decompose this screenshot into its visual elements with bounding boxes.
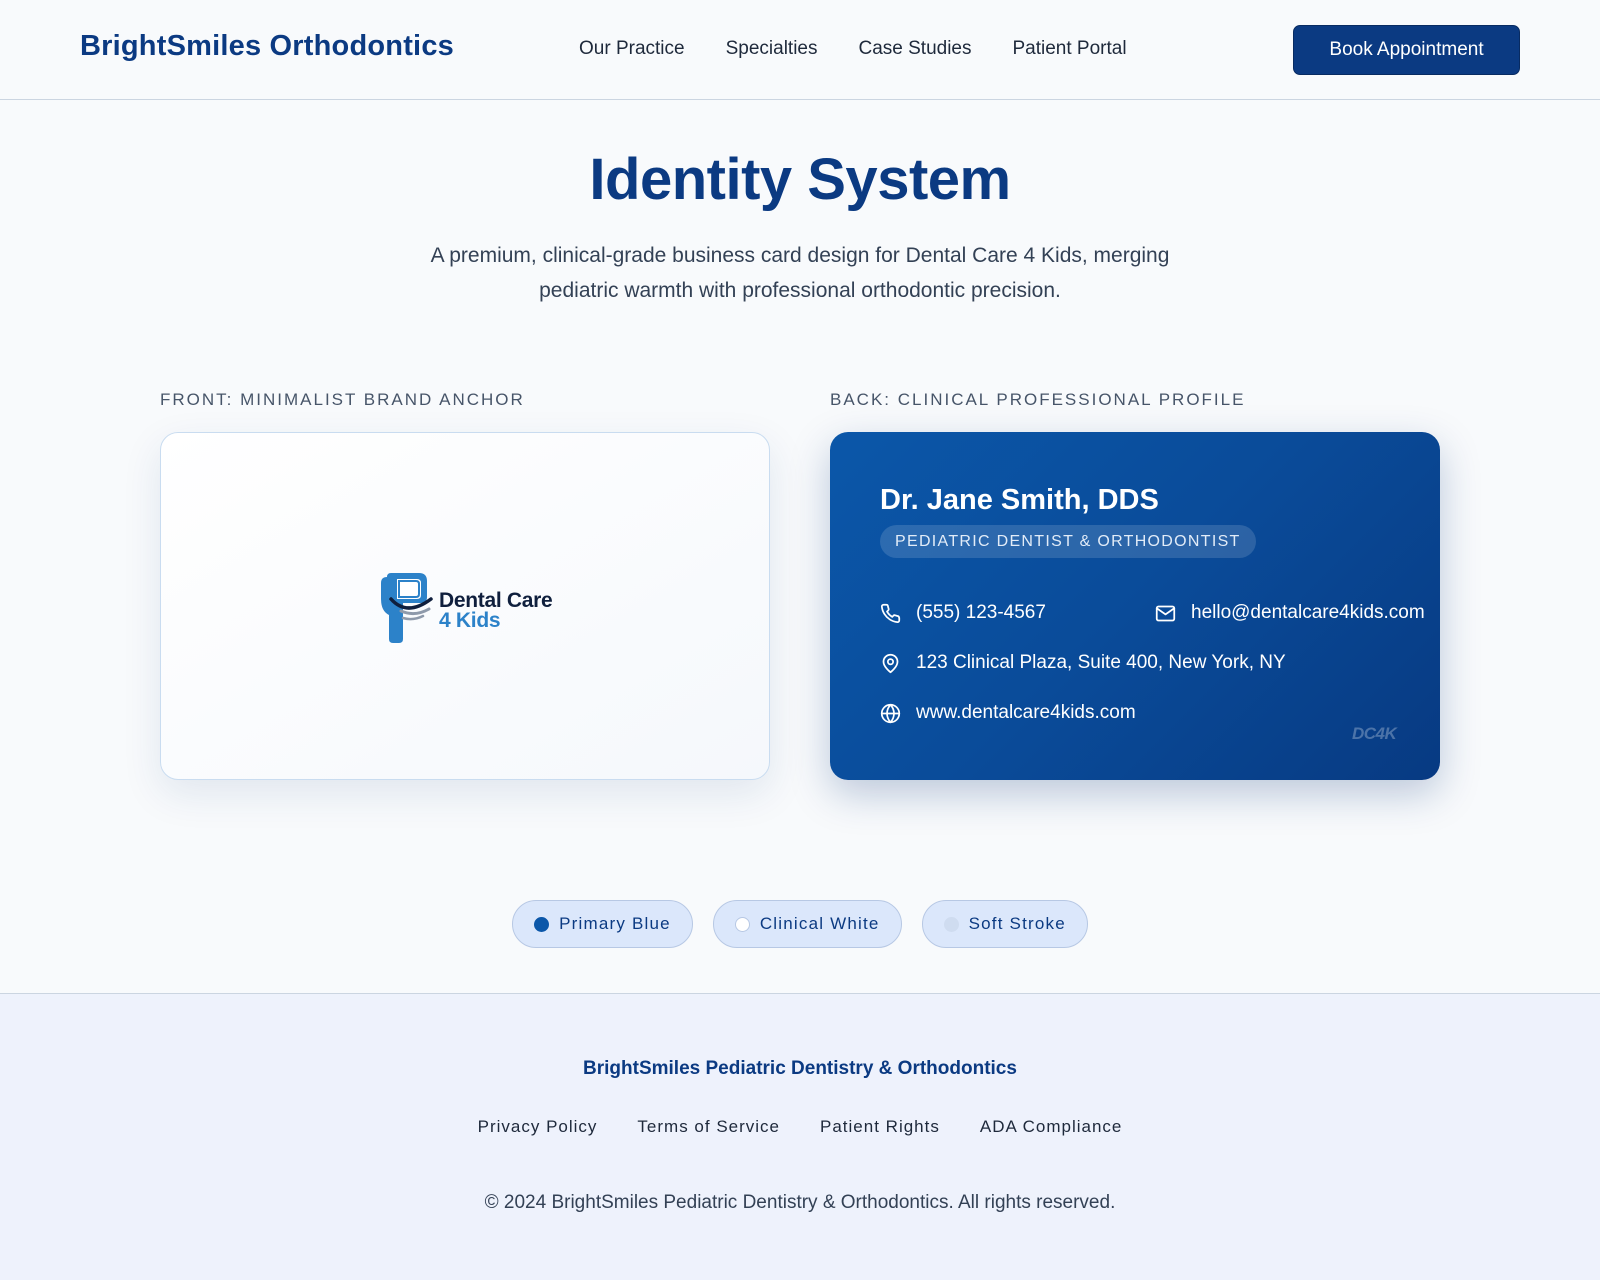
site-footer: BrightSmiles Pediatric Dentistry & Ortho…: [0, 993, 1600, 1280]
mail-icon: [1155, 605, 1176, 621]
swatch-label: Clinical White: [759, 914, 880, 933]
phone-text: (555) 123-4567: [916, 602, 1046, 623]
page-title: Identity System: [589, 147, 1011, 212]
footer-links: Privacy Policy Terms of Service Patient …: [0, 1117, 1600, 1137]
color-swatches: Primary Blue Clinical White Soft Stroke: [0, 900, 1600, 948]
globe-icon: [880, 703, 901, 723]
nav-specialties[interactable]: Specialties: [726, 38, 818, 60]
swatch-soft-stroke[interactable]: Soft Stroke: [921, 900, 1088, 948]
contact-website: www.dentalcare4kids.com: [880, 702, 1136, 724]
brand-logo[interactable]: BrightSmiles Orthodontics: [80, 30, 454, 63]
email-text: hello@dentalcare4kids.com: [1191, 602, 1425, 623]
tooth-smile-icon: [381, 573, 433, 643]
footer-link-ada-compliance[interactable]: ADA Compliance: [980, 1117, 1123, 1137]
copyright-text: © 2024 BrightSmiles Pediatric Dentistry …: [484, 1192, 1116, 1213]
nav-patient-portal[interactable]: Patient Portal: [1013, 38, 1127, 60]
swatch-clinical-white[interactable]: Clinical White: [712, 900, 902, 948]
dental-care-4-kids-logo: Dental Care 4 Kids: [379, 571, 579, 645]
swatch-primary-blue[interactable]: Primary Blue: [512, 900, 693, 948]
footer-link-privacy-policy[interactable]: Privacy Policy: [478, 1117, 598, 1137]
swatch-label: Soft Stroke: [968, 914, 1066, 933]
phone-icon: [880, 603, 901, 623]
swatch-label: Primary Blue: [559, 914, 671, 933]
business-card-front: Dental Care 4 Kids: [160, 432, 770, 780]
business-card-back: Dr. Jane Smith, DDS PEDIATRIC DENTIST & …: [830, 432, 1440, 780]
footer-link-terms-of-service[interactable]: Terms of Service: [637, 1117, 780, 1137]
footer-link-patient-rights[interactable]: Patient Rights: [820, 1117, 940, 1137]
address-text: 123 Clinical Plaza, Suite 400, New York,…: [916, 652, 1286, 673]
map-pin-icon: [882, 653, 899, 673]
nav-our-practice[interactable]: Our Practice: [579, 38, 685, 60]
doctor-name: Dr. Jane Smith, DDS: [880, 484, 1159, 516]
swatch-dot-soft-stroke: [943, 916, 959, 932]
card-watermark: DC4K: [1352, 724, 1397, 743]
contact-phone: (555) 123-4567: [880, 602, 1046, 624]
contact-email: hello@dentalcare4kids.com: [1155, 602, 1425, 624]
doctor-title-badge: PEDIATRIC DENTIST & ORTHODONTIST: [880, 525, 1256, 558]
contact-address: 123 Clinical Plaza, Suite 400, New York,…: [880, 652, 1286, 674]
book-appointment-button[interactable]: Book Appointment: [1293, 25, 1520, 75]
footer-brand: BrightSmiles Pediatric Dentistry & Ortho…: [583, 1058, 1017, 1079]
main-nav: Our Practice Specialties Case Studies Pa…: [579, 38, 1168, 60]
front-card-label: FRONT: MINIMALIST BRAND ANCHOR: [160, 390, 525, 409]
website-text: www.dentalcare4kids.com: [916, 702, 1136, 723]
swatch-dot-primary-blue: [534, 916, 550, 932]
site-header: BrightSmiles Orthodontics Our Practice S…: [0, 0, 1600, 100]
back-card-label: BACK: CLINICAL PROFESSIONAL PROFILE: [830, 390, 1246, 409]
page-subtitle: A premium, clinical-grade business card …: [430, 244, 1170, 302]
logo-text-line-2: 4 Kids: [439, 609, 501, 632]
nav-case-studies[interactable]: Case Studies: [858, 38, 971, 60]
swatch-dot-clinical-white: [734, 916, 750, 932]
